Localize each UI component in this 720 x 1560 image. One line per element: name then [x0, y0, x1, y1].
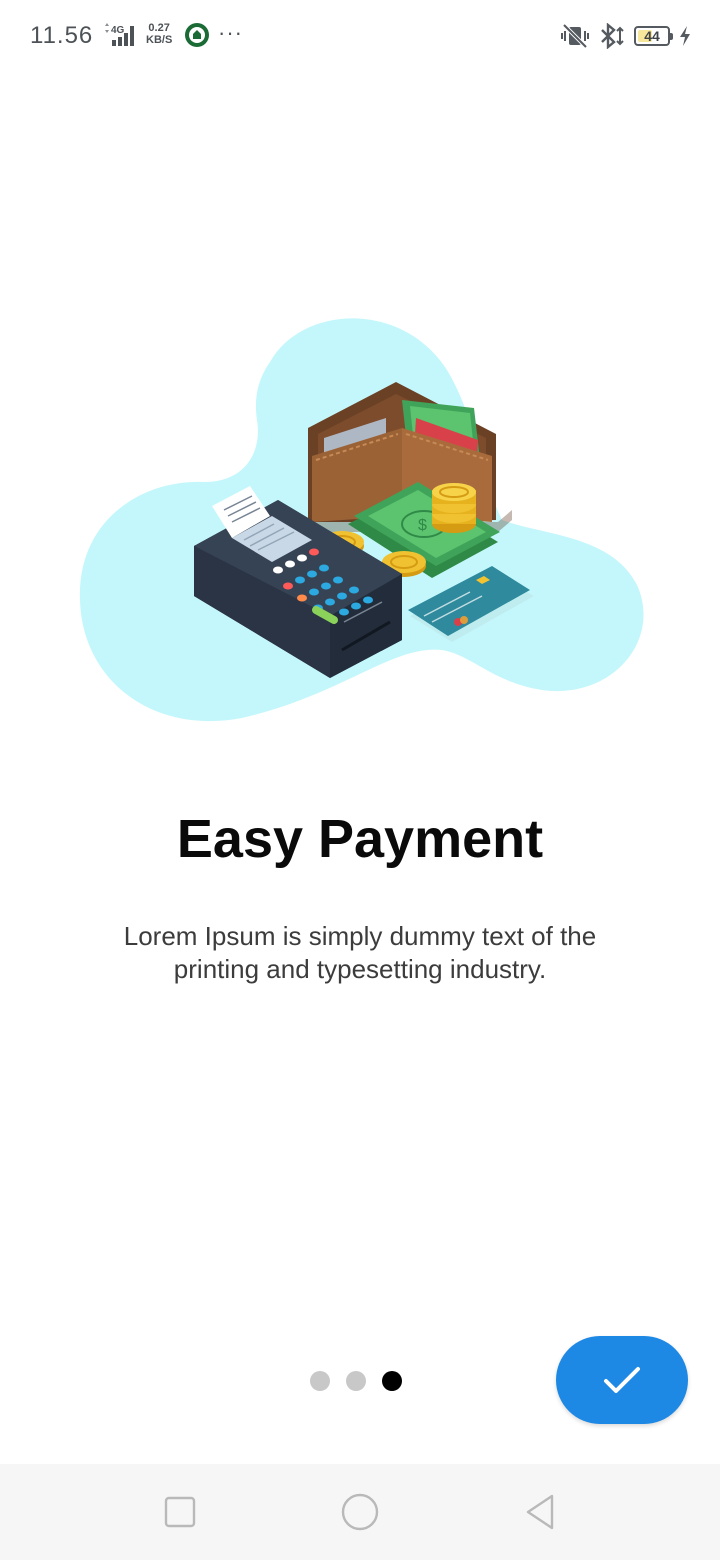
- battery-level: 44: [644, 28, 660, 44]
- more-notifications: ···: [218, 20, 243, 45]
- onboarding-title: Easy Payment: [176, 809, 544, 869]
- onboarding-description: Lorem Ipsum is simply dummy text of the …: [123, 921, 597, 984]
- vibrate-off-icon: [561, 23, 589, 49]
- page-dot-2[interactable]: [346, 1371, 366, 1391]
- page-dot-1[interactable]: [310, 1371, 330, 1391]
- back-button[interactable]: [516, 1488, 564, 1536]
- status-bar: 11.56 4G 0.27 KB/S ··· 44: [0, 0, 720, 72]
- battery-icon: 44: [634, 26, 673, 46]
- recents-square-icon: [164, 1496, 196, 1528]
- system-navigation-bar: [0, 1464, 720, 1560]
- page-dot-3-active[interactable]: [382, 1371, 402, 1391]
- status-right-group: 44: [560, 22, 692, 50]
- back-triangle-icon: [526, 1494, 554, 1530]
- coin-stack: [432, 483, 476, 533]
- page-indicator: [310, 1371, 402, 1391]
- speed-unit: KB/S: [146, 34, 173, 46]
- payment-illustration: $: [79, 318, 644, 722]
- signal-icon: 4G: [105, 23, 134, 46]
- recents-button[interactable]: [156, 1488, 204, 1536]
- speed-value: 0.27: [148, 22, 170, 34]
- home-circle-icon: [341, 1493, 379, 1531]
- svg-text:$: $: [418, 517, 427, 534]
- status-time: 11.56: [30, 22, 94, 49]
- check-icon: [604, 1367, 640, 1393]
- done-button[interactable]: [556, 1336, 688, 1424]
- charging-icon: [680, 26, 690, 46]
- network-speed: 0.27 KB/S: [146, 22, 172, 46]
- app-notification-icon: [185, 23, 209, 47]
- network-type: 4G: [111, 25, 125, 36]
- home-button[interactable]: [336, 1488, 384, 1536]
- bluetooth-icon: [601, 23, 624, 49]
